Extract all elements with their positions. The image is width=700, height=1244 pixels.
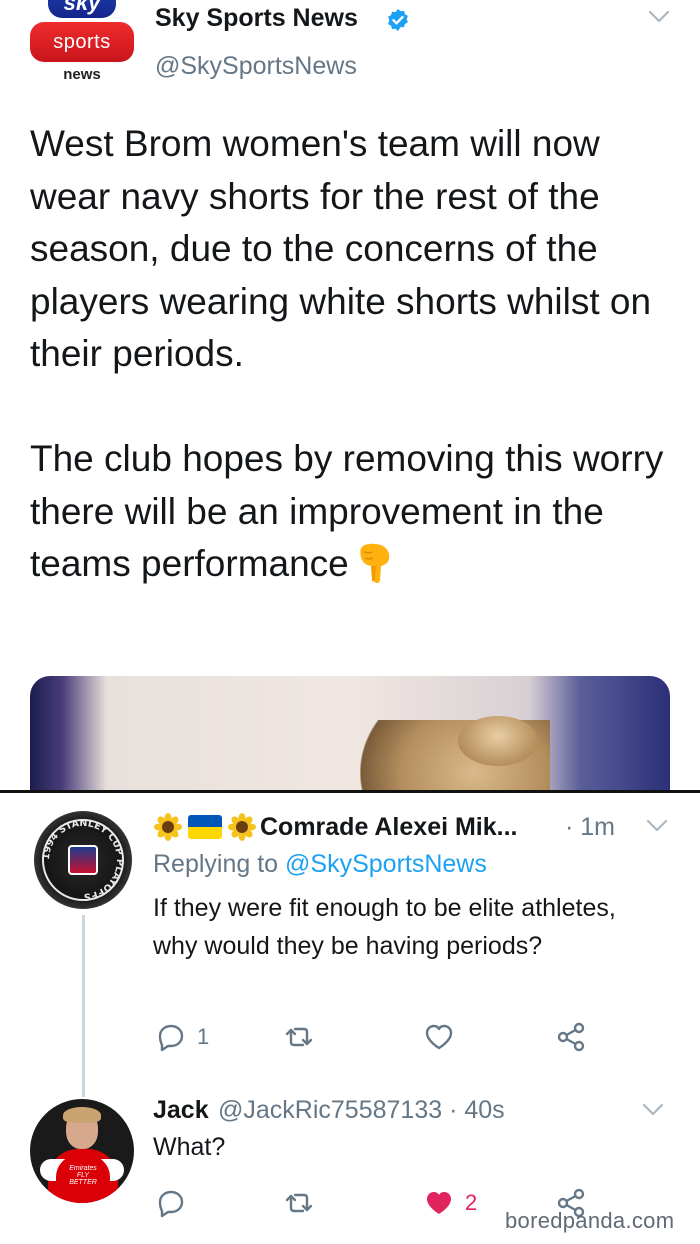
thread-connector-line — [82, 915, 85, 1097]
tweet-text: West Brom women's team will now wear nav… — [30, 118, 680, 591]
author-name[interactable]: Sky Sports News — [155, 4, 358, 33]
ukraine-flag-icon — [188, 815, 222, 839]
logo-sky-text: sky — [48, 0, 116, 18]
reply-icon — [158, 1190, 184, 1218]
like-button[interactable] — [423, 1019, 465, 1055]
logo-sports-text: sports — [30, 22, 134, 62]
chevron-down-icon[interactable] — [642, 1103, 664, 1117]
heart-filled-icon — [427, 1192, 451, 1214]
like-count: 2 — [465, 1190, 478, 1215]
reply2-author-name[interactable]: Jack — [153, 1096, 209, 1125]
chevron-down-icon[interactable] — [646, 819, 668, 833]
heart-icon — [425, 1024, 453, 1050]
stanley-cup-puck-avatar[interactable]: 1994 STANLEY CUP PLAYOFFS — [34, 811, 132, 909]
rangers-shield-logo — [68, 845, 98, 875]
verified-badge-icon — [388, 9, 408, 31]
sky-sports-news-avatar[interactable]: sky sports news — [30, 0, 134, 86]
reply-count: 1 — [197, 1024, 210, 1049]
retweet-icon — [285, 1193, 313, 1213]
tweet-text-body: West Brom women's team will now wear nav… — [30, 123, 664, 584]
retweet-button[interactable] — [283, 1019, 325, 1055]
backhand-index-pointing-down-icon — [360, 543, 389, 583]
tweet-attached-image[interactable] — [30, 676, 670, 790]
avatar-sponsor-text: Emirates FLY BETTER — [69, 1165, 97, 1186]
sunflower-icon — [154, 813, 182, 841]
chevron-down-icon[interactable] — [648, 10, 670, 24]
reply-button[interactable]: 1 — [155, 1019, 209, 1055]
share-icon — [557, 1022, 585, 1052]
reply2-handle-time[interactable]: @JackRic75587133 · 40s — [218, 1096, 505, 1125]
like-button[interactable]: 2 — [423, 1185, 477, 1221]
retweet-button[interactable] — [283, 1185, 325, 1221]
reply-button[interactable] — [155, 1185, 197, 1221]
boredpanda-watermark: boredpanda.com — [505, 1208, 675, 1233]
replying-to-prefix: Replying to — [153, 850, 286, 878]
author-handle[interactable]: @SkySportsNews — [155, 52, 357, 81]
avatar-hair — [63, 1107, 101, 1123]
original-tweet: sky sports news Sky Sports News @SkySpor… — [0, 0, 700, 790]
sunflower-icon — [228, 813, 256, 841]
reply2-text: What? — [153, 1133, 226, 1161]
jack-avatar[interactable]: Emirates FLY BETTER — [30, 1099, 134, 1203]
retweet-icon — [285, 1027, 313, 1047]
reply-icon — [158, 1024, 184, 1052]
reply1-action-bar: 1 — [155, 1019, 635, 1055]
replying-to-line: Replying to @SkySportsNews — [153, 850, 487, 879]
replying-to-mention-link[interactable]: @SkySportsNews — [285, 850, 487, 878]
logo-news-text: news — [63, 66, 101, 83]
reply-thread: 1994 STANLEY CUP PLAYOFFS Comrade Alexei… — [0, 790, 700, 1244]
reply1-text: If they were fit enough to be elite athl… — [153, 894, 616, 960]
share-button[interactable] — [555, 1019, 587, 1055]
reply1-timestamp[interactable]: · 1m — [565, 813, 615, 842]
image-hair-bun — [458, 716, 538, 766]
reply1-author-name[interactable]: Comrade Alexei Mik... — [260, 813, 518, 842]
